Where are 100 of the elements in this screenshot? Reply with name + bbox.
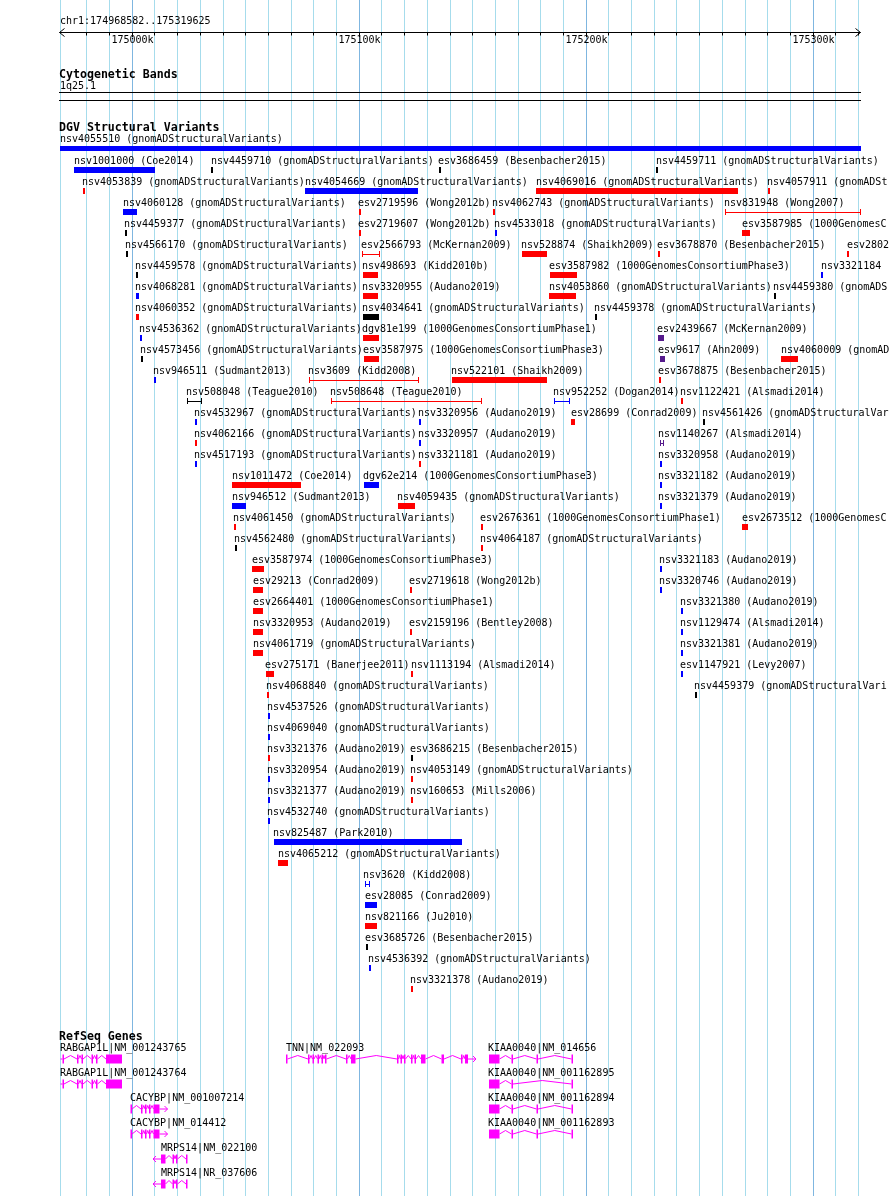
variant-label: nsv508648 (Teague2010)	[330, 386, 463, 398]
variant-label: nsv3321182 (Audano2019)	[658, 470, 797, 482]
gene-label: KIAA0040|NM_001162893	[488, 1117, 615, 1129]
variant-label: esv2802	[847, 239, 890, 251]
variant-label: nsv4062743 (gnomADStructuralVariants)	[492, 197, 715, 209]
variant-label: nsv3320957 (Audano2019)	[418, 428, 557, 440]
variant-label: nsv3320954 (Audano2019)	[267, 764, 406, 776]
gene-label: TNN|NM_022093	[286, 1042, 365, 1054]
variant-label: nsv3320953 (Audano2019)	[253, 617, 392, 629]
variant-label: nsv946511 (Sudmant2013)	[153, 365, 292, 377]
variant-label: nsv3321377 (Audano2019)	[267, 785, 406, 797]
variant-label: esv28085 (Conrad2009)	[365, 890, 492, 902]
variant-label: nsv4459711 (gnomADStructuralVariants)	[656, 155, 879, 167]
gene-label: KIAA0040|NM_001162894	[488, 1092, 615, 1104]
variant-label: esv29213 (Conrad2009)	[253, 575, 380, 587]
variant-label: esv2719596 (Wong2012b)	[358, 197, 491, 209]
variant-label: nsv522101 (Shaikh2009)	[451, 365, 584, 377]
track-title: Cytogenetic Bands	[59, 68, 178, 80]
variant-label: nsv4459710 (gnomADStructuralVariants)	[211, 155, 434, 167]
variant-label: nsv4055510 (gnomADStructuralVariants)	[60, 133, 283, 145]
variant-label: nsv1129474 (Alsmadi2014)	[680, 617, 825, 629]
variant-label: esv3587975 (1000GenomesConsortiumPhase3)	[363, 344, 604, 356]
variant-label: nsv4062166 (gnomADStructuralVariants)	[194, 428, 417, 440]
variant-label: nsv4561426 (gnomADStructuralVar	[702, 407, 889, 419]
variant-label: nsv3609 (Kidd2008)	[308, 365, 417, 377]
variant-label: esv2719607 (Wong2012b)	[358, 218, 491, 230]
track-title: DGV Structural Variants	[59, 121, 220, 133]
variant-label: nsv4532967 (gnomADStructuralVariants)	[194, 407, 417, 419]
variant-label: nsv4060009 (gnomAD	[781, 344, 890, 356]
band-label: 1q25.1	[60, 80, 97, 92]
variant-label: esv3587982 (1000GenomesConsortiumPhase3)	[549, 260, 790, 272]
tick-label: 175200k	[565, 34, 608, 45]
variant-label: esv2566793 (McKernan2009)	[361, 239, 512, 251]
variant-label: esv3685726 (Besenbacher2015)	[365, 932, 534, 944]
variant-label: nsv4517193 (gnomADStructuralVariants)	[194, 449, 417, 461]
variant-label: nsv160653 (Mills2006)	[410, 785, 537, 797]
gene-label: CACYBP|NM_001007214	[130, 1092, 245, 1104]
variant-label: nsv4459378 (gnomADStructuralVariants)	[594, 302, 817, 314]
variant-label: nsv3320955 (Audano2019)	[362, 281, 501, 293]
variant-label: nsv1140267 (Alsmadi2014)	[658, 428, 803, 440]
tick-label: 175300k	[792, 34, 835, 45]
variant-label: nsv4068281 (gnomADStructuralVariants)	[135, 281, 358, 293]
variant-label: nsv3321183 (Audano2019)	[659, 554, 798, 566]
region-coordinates: chr1:174968582..175319625	[60, 15, 211, 27]
variant-label: nsv4053839 (gnomADStructuralVariants)	[82, 176, 305, 188]
variant-label: esv3587974 (1000GenomesConsortiumPhase3)	[252, 554, 493, 566]
variant-label: nsv4533018 (gnomADStructuralVariants)	[494, 218, 717, 230]
variant-label: nsv3321381 (Audano2019)	[680, 638, 819, 650]
variant-label: esv2439667 (McKernan2009)	[657, 323, 808, 335]
variant-label: esv2676361 (1000GenomesConsortiumPhase1)	[480, 512, 721, 524]
variant-label: esv3587985 (1000GenomesC	[742, 218, 887, 230]
variant-label: esv2159196 (Bentley2008)	[409, 617, 554, 629]
variant-label: nsv3321380 (Audano2019)	[680, 596, 819, 608]
variant-label: dgv62e214 (1000GenomesConsortiumPhase3)	[363, 470, 598, 482]
variant-label: esv3686215 (Besenbacher2015)	[410, 743, 579, 755]
tick-label: 175000k	[111, 34, 154, 45]
variant-label: nsv952252 (Dogan2014)	[553, 386, 680, 398]
gene-label: RABGAP1L|NM_001243765	[60, 1042, 187, 1054]
variant-label: nsv4054669 (gnomADStructuralVariants)	[305, 176, 528, 188]
variant-label: nsv4059435 (gnomADStructuralVariants)	[397, 491, 620, 503]
variant-label: nsv4536362 (gnomADStructuralVariants)	[139, 323, 362, 335]
variant-label: nsv4061450 (gnomADStructuralVariants)	[233, 512, 456, 524]
variant-label: nsv4532740 (gnomADStructuralVariants)	[267, 806, 490, 818]
gene-label: KIAA0040|NM_014656	[488, 1042, 597, 1054]
variant-label: nsv946512 (Sudmant2013)	[232, 491, 371, 503]
variant-label: nsv498693 (Kidd2010b)	[362, 260, 489, 272]
variant-label: dgv81e199 (1000GenomesConsortiumPhase1)	[362, 323, 597, 335]
variant-label: nsv4064187 (gnomADStructuralVariants)	[480, 533, 703, 545]
gene-label: MRPS14|NM_022100	[161, 1142, 258, 1154]
variant-label: nsv4069040 (gnomADStructuralVariants)	[267, 722, 490, 734]
tick-label: 175100k	[338, 34, 381, 45]
variant-label: nsv4057911 (gnomADSt	[767, 176, 888, 188]
variant-label: nsv821166 (Ju2010)	[365, 911, 474, 923]
variant-label: nsv4566170 (gnomADStructuralVariants)	[125, 239, 348, 251]
variant-label: nsv4053149 (gnomADStructuralVariants)	[410, 764, 633, 776]
variant-label: nsv4065212 (gnomADStructuralVariants)	[278, 848, 501, 860]
gene-label: MRPS14|NR_037606	[161, 1167, 258, 1179]
variant-label: nsv4060128 (gnomADStructuralVariants)	[123, 197, 346, 209]
gene-label: RABGAP1L|NM_001243764	[60, 1067, 187, 1079]
variant-label: nsv3620 (Kidd2008)	[363, 869, 472, 881]
variant-label: nsv1122421 (Alsmadi2014)	[680, 386, 825, 398]
variant-label: nsv3321181 (Audano2019)	[418, 449, 557, 461]
variant-label: nsv4459379 (gnomADStructuralVari	[694, 680, 887, 692]
variant-label: esv3686459 (Besenbacher2015)	[438, 155, 607, 167]
variant-label: nsv3321379 (Audano2019)	[658, 491, 797, 503]
variant-label: esv275171 (Banerjee2011)	[265, 659, 410, 671]
variant-label: nsv1001000 (Coe2014)	[74, 155, 195, 167]
variant-label: nsv4537526 (gnomADStructuralVariants)	[267, 701, 490, 713]
variant-label: nsv4061719 (gnomADStructuralVariants)	[253, 638, 476, 650]
variant-label: nsv3320956 (Audano2019)	[418, 407, 557, 419]
variant-label: esv9617 (Ahn2009)	[658, 344, 761, 356]
variant-label: nsv4562480 (gnomADStructuralVariants)	[234, 533, 457, 545]
variant-label: nsv4069016 (gnomADStructuralVariants)	[536, 176, 759, 188]
variant-label: nsv4034641 (gnomADStructuralVariants)	[362, 302, 585, 314]
variant-label: nsv4536392 (gnomADStructuralVariants)	[368, 953, 591, 965]
variant-label: esv28699 (Conrad2009)	[571, 407, 698, 419]
variant-label: nsv4573456 (gnomADStructuralVariants)	[140, 344, 363, 356]
variant-label: nsv528874 (Shaikh2009)	[521, 239, 654, 251]
variant-label: nsv4060352 (gnomADStructuralVariants)	[135, 302, 358, 314]
variant-label: nsv3320958 (Audano2019)	[658, 449, 797, 461]
